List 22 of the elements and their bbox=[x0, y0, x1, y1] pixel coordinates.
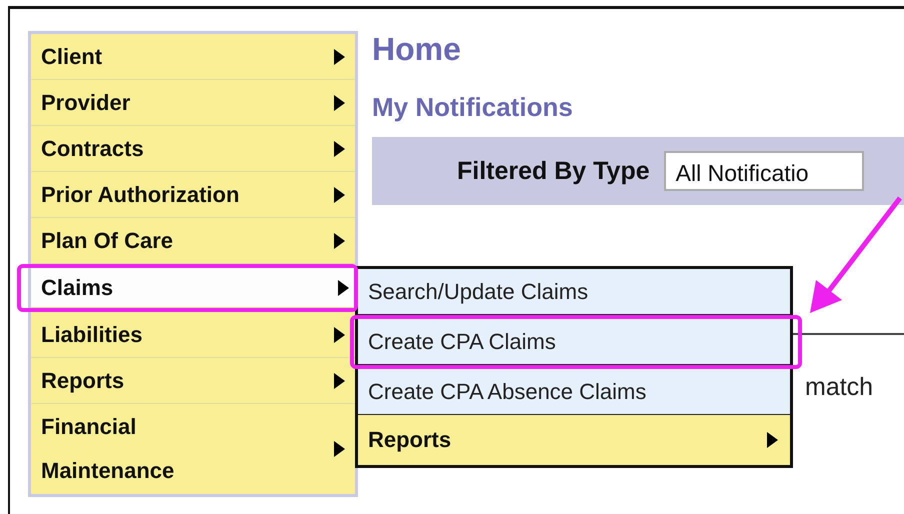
submenu-item[interactable]: Create CPA Claims bbox=[358, 319, 790, 365]
submenu-arrow-icon bbox=[334, 94, 345, 110]
page-title: Home bbox=[372, 30, 462, 69]
submenu-item[interactable]: Search/Update Claims bbox=[358, 269, 790, 315]
message-text: match bbox=[805, 373, 874, 402]
filter-label: Filtered By Type bbox=[457, 156, 650, 186]
sidebar-item[interactable]: Plan Of Care bbox=[31, 218, 355, 264]
sidebar-item[interactable]: Provider bbox=[31, 80, 355, 126]
sidebar-item[interactable]: Reports bbox=[31, 358, 355, 404]
sidebar-item[interactable]: Claims bbox=[31, 268, 354, 308]
filter-dropdown[interactable]: All Notificatio bbox=[664, 151, 864, 191]
sidebar-item[interactable]: Liabilities bbox=[31, 312, 355, 358]
sidebar-item[interactable]: Contracts bbox=[31, 126, 355, 172]
section-title: My Notifications bbox=[372, 91, 574, 123]
submenu-arrow-icon bbox=[767, 432, 778, 448]
submenu-arrow-icon bbox=[334, 48, 345, 64]
sidebar-item[interactable]: Client bbox=[31, 34, 355, 80]
submenu-arrow-icon bbox=[334, 232, 345, 248]
submenu-item[interactable]: Reports bbox=[358, 415, 790, 465]
submenu-arrow-icon bbox=[334, 140, 345, 156]
sidebar-item[interactable]: Prior Authorization bbox=[31, 172, 355, 218]
submenu-arrow-icon bbox=[334, 186, 345, 202]
